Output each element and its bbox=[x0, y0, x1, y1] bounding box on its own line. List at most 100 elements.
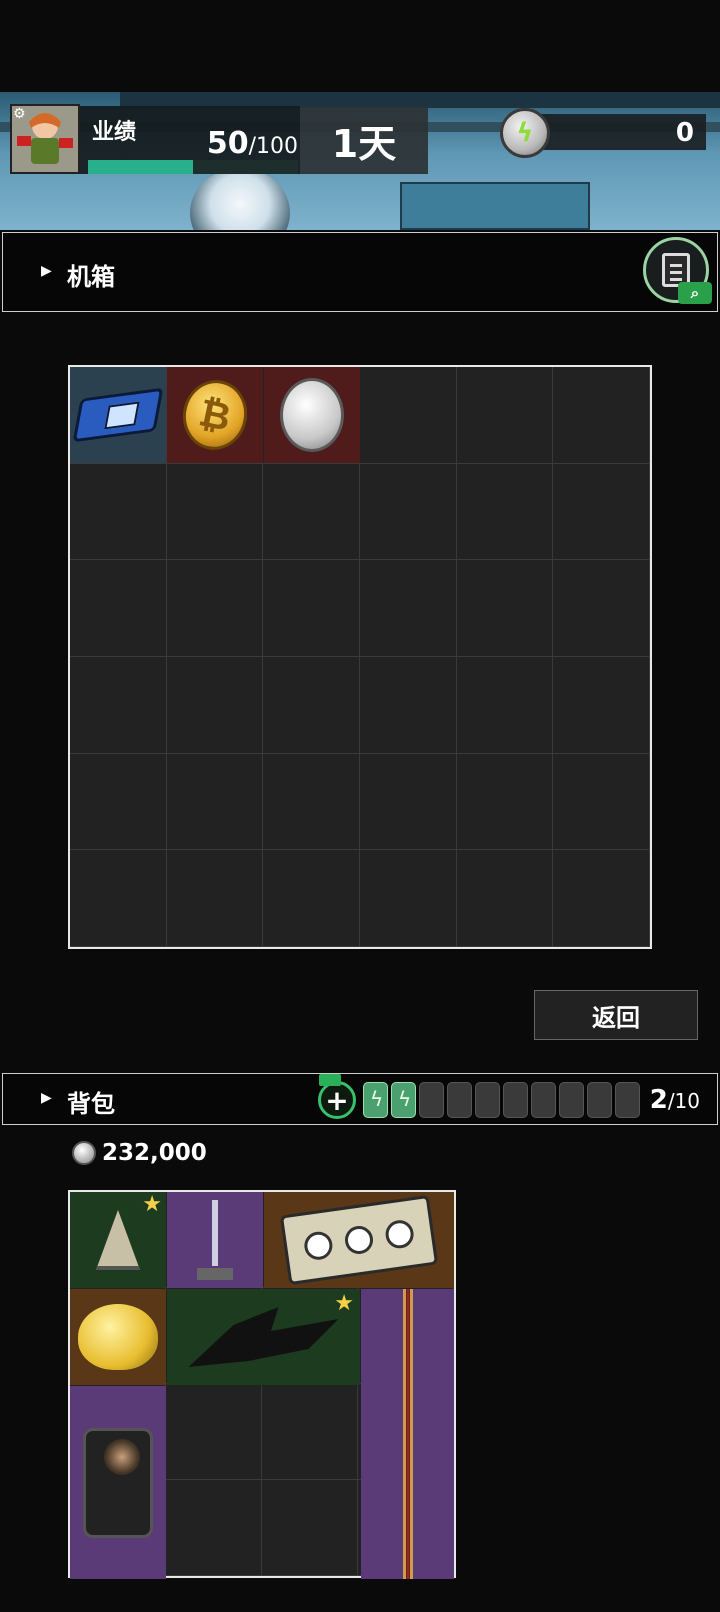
battery-slots: + bbox=[318, 1074, 640, 1120]
grid-cell[interactable] bbox=[166, 560, 264, 657]
grid-cell[interactable] bbox=[70, 753, 167, 851]
battery-full-icon bbox=[363, 1082, 388, 1118]
grid-cell[interactable] bbox=[456, 367, 554, 464]
triangle-relic-icon bbox=[96, 1210, 140, 1270]
star-icon: ★ bbox=[334, 1291, 354, 1316]
grid-cell[interactable] bbox=[263, 560, 360, 657]
sword-stand-item[interactable] bbox=[167, 1192, 263, 1288]
grid-cell[interactable] bbox=[262, 1480, 358, 1576]
sword-stand-icon bbox=[195, 1200, 235, 1280]
silver-coin-icon bbox=[280, 378, 344, 452]
star-icon: ★ bbox=[142, 1192, 162, 1217]
chest-title: 机箱 bbox=[67, 263, 115, 291]
grid-cell[interactable] bbox=[263, 850, 360, 947]
grid-cell[interactable] bbox=[70, 656, 167, 754]
grid-cell[interactable] bbox=[456, 850, 554, 947]
grid-cell[interactable] bbox=[166, 656, 264, 754]
slot-total: /10 bbox=[667, 1089, 700, 1113]
currency-value: 0 bbox=[675, 118, 694, 148]
lightning-coin-icon: ϟ bbox=[500, 108, 550, 158]
battery-full-icon bbox=[391, 1082, 416, 1118]
grid-cell[interactable] bbox=[262, 1384, 358, 1480]
battery-empty-icon bbox=[503, 1082, 528, 1118]
battery-empty-icon bbox=[447, 1082, 472, 1118]
energy-currency[interactable]: 0 ϟ bbox=[500, 108, 708, 158]
slot-count: 2/10 bbox=[650, 1085, 700, 1115]
battery-empty-icon bbox=[475, 1082, 500, 1118]
avatar[interactable]: ⚙ bbox=[10, 104, 80, 174]
gpu-card-item[interactable] bbox=[264, 1192, 454, 1288]
ssd-drive-icon bbox=[72, 387, 164, 443]
battery-empty-icon bbox=[587, 1082, 612, 1118]
camera-icon bbox=[83, 1427, 153, 1538]
grid-cell[interactable] bbox=[70, 463, 167, 561]
grid-cell[interactable] bbox=[166, 1384, 262, 1480]
bitcoin-icon: ₿ bbox=[176, 374, 254, 456]
grid-cell[interactable] bbox=[553, 656, 650, 754]
grid-cell[interactable] bbox=[70, 850, 167, 947]
performance-hud: ⚙ 业绩 50/100 1天 bbox=[10, 104, 430, 176]
staff-icon bbox=[402, 1289, 413, 1579]
triangle-relic-item[interactable]: ★ bbox=[70, 1192, 166, 1288]
yellow-stone-icon bbox=[78, 1304, 158, 1370]
lamp-image bbox=[190, 168, 290, 230]
performance-progress-fill bbox=[88, 160, 193, 174]
performance-max: /100 bbox=[248, 134, 298, 159]
silver-coin-item[interactable] bbox=[264, 367, 360, 463]
performance-panel: 业绩 50/100 bbox=[80, 106, 300, 174]
performance-label: 业绩 bbox=[92, 120, 137, 145]
grid-cell[interactable] bbox=[359, 850, 457, 947]
battery-empty-icon bbox=[531, 1082, 556, 1118]
grid-cell[interactable] bbox=[456, 560, 554, 657]
grid-cell[interactable] bbox=[359, 560, 457, 657]
shadow-creature-item[interactable]: ★ bbox=[167, 1289, 360, 1385]
expand-triangle-icon: ▶ bbox=[41, 263, 52, 279]
shadow-creature-icon bbox=[188, 1307, 339, 1367]
video-ad-icon bbox=[319, 1074, 341, 1086]
search-icon: ⌕ bbox=[678, 282, 712, 304]
inspect-clipboard-button[interactable]: ⌕ bbox=[643, 237, 712, 304]
grid-cell[interactable] bbox=[263, 753, 360, 851]
grid-cell[interactable] bbox=[359, 463, 457, 561]
grid-cell[interactable] bbox=[553, 367, 650, 464]
performance-value: 50/100 bbox=[207, 126, 298, 161]
grid-cell[interactable] bbox=[553, 850, 650, 947]
grid-cell[interactable] bbox=[456, 463, 554, 561]
gear-icon[interactable]: ⚙ bbox=[13, 106, 26, 122]
battery-empty-icon bbox=[615, 1082, 640, 1118]
graphics-card-icon bbox=[279, 1194, 439, 1286]
grid-cell[interactable] bbox=[166, 463, 264, 561]
grid-cell[interactable] bbox=[456, 656, 554, 754]
return-button[interactable]: 返回 bbox=[534, 990, 698, 1040]
add-slot-button[interactable]: + bbox=[318, 1074, 356, 1119]
money-value: 232,000 bbox=[102, 1140, 207, 1166]
battery-empty-icon bbox=[559, 1082, 584, 1118]
performance-current: 50 bbox=[206, 126, 249, 161]
grid-cell[interactable] bbox=[359, 753, 457, 851]
grid-cell[interactable] bbox=[263, 463, 360, 561]
camera-item[interactable] bbox=[70, 1386, 166, 1579]
grid-cell[interactable] bbox=[553, 560, 650, 657]
golden-staff-item[interactable] bbox=[361, 1289, 454, 1579]
yellow-stone-item[interactable] bbox=[70, 1289, 166, 1385]
grid-cell[interactable] bbox=[359, 367, 457, 464]
grid-cell[interactable] bbox=[359, 656, 457, 754]
grid-cell[interactable] bbox=[166, 753, 264, 851]
grid-cell[interactable] bbox=[263, 656, 360, 754]
grid-cell[interactable] bbox=[166, 850, 264, 947]
wall-panel bbox=[400, 182, 590, 230]
grid-cell[interactable] bbox=[166, 1480, 262, 1576]
grid-cell[interactable] bbox=[456, 753, 554, 851]
slot-used: 2 bbox=[649, 1085, 668, 1115]
expand-triangle-icon: ▶ bbox=[41, 1090, 52, 1106]
performance-progress-track bbox=[88, 160, 298, 174]
battery-empty-icon bbox=[419, 1082, 444, 1118]
gold-bitcoin-item[interactable]: ₿ bbox=[167, 367, 263, 463]
grid-cell[interactable] bbox=[553, 753, 650, 851]
day-counter: 1天 bbox=[300, 106, 428, 174]
money-display: 232,000 bbox=[72, 1138, 207, 1168]
grid-cell[interactable] bbox=[70, 560, 167, 657]
chest-header[interactable]: ▶ 机箱 ⌕ bbox=[2, 232, 718, 312]
grid-cell[interactable] bbox=[553, 463, 650, 561]
ssd-drive-item[interactable] bbox=[70, 367, 166, 463]
